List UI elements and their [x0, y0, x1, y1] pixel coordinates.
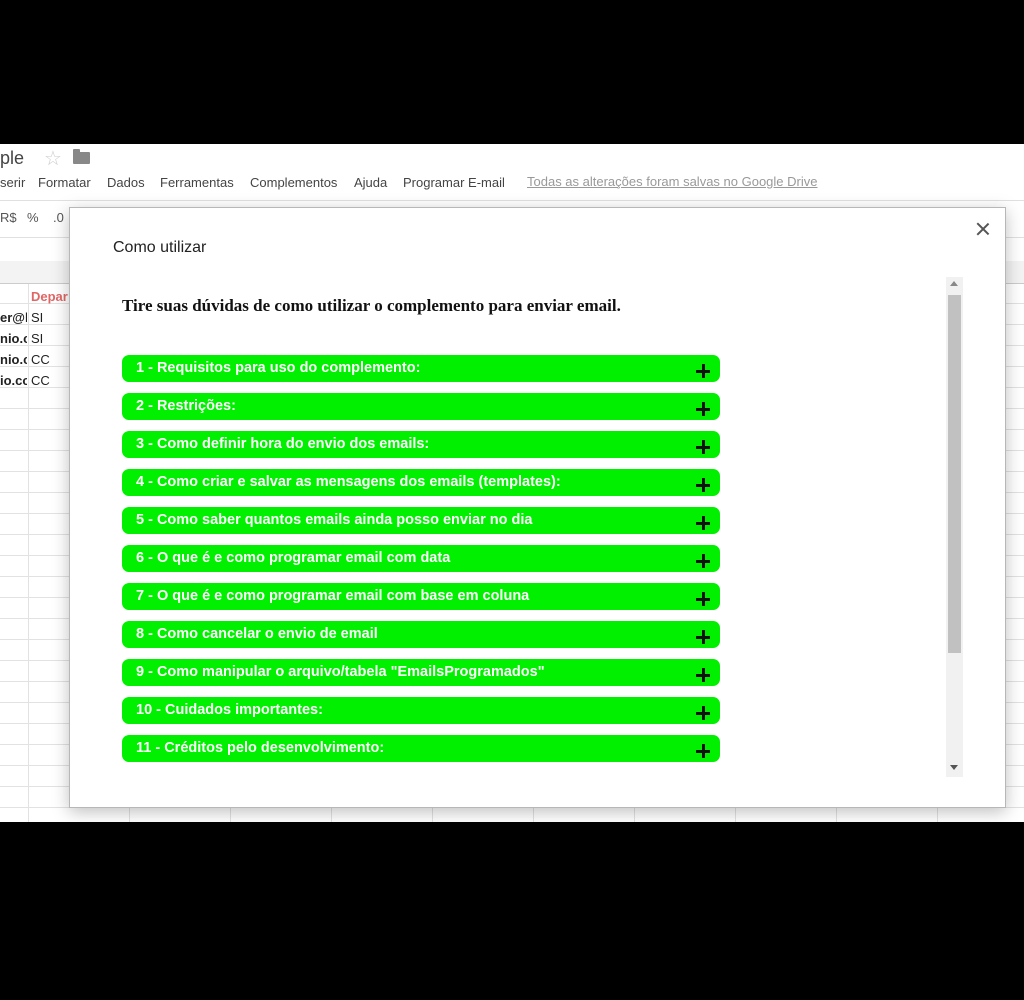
- accordion-item-manipular-tabela[interactable]: 9 - Como manipular o arquivo/tabela "Ema…: [122, 659, 720, 686]
- plus-icon[interactable]: [696, 744, 710, 758]
- plus-icon[interactable]: [696, 668, 710, 682]
- accordion-item-label: 1 - Requisitos para uso do complemento:: [136, 360, 421, 376]
- scroll-up-arrow-icon[interactable]: [950, 281, 958, 286]
- plus-icon[interactable]: [696, 706, 710, 720]
- menu-formatar[interactable]: Formatar: [38, 175, 91, 190]
- dialog-heading: Tire suas dúvidas de como utilizar o com…: [122, 296, 621, 315]
- accordion-item-label: 11 - Créditos pelo desenvolvimento:: [136, 740, 385, 756]
- table-cell[interactable]: SI: [31, 310, 61, 325]
- menu-inserir[interactable]: serir: [0, 175, 25, 190]
- plus-icon[interactable]: [696, 630, 710, 644]
- table-cell[interactable]: CC: [31, 352, 61, 367]
- table-cell[interactable]: SI: [31, 331, 61, 346]
- accordion-item-programar-data[interactable]: 6 - O que é e como programar email com d…: [122, 545, 720, 572]
- plus-icon[interactable]: [696, 554, 710, 568]
- table-cell[interactable]: nio.c: [0, 352, 27, 367]
- como-utilizar-dialog: Como utilizar Tire suas dúvidas de como …: [69, 207, 1006, 808]
- menu-ferramentas[interactable]: Ferramentas: [160, 175, 234, 190]
- accordion-item-label: 4 - Como criar e salvar as mensagens dos…: [136, 474, 561, 490]
- accordion-item-label: 5 - Como saber quantos emails ainda poss…: [136, 512, 533, 528]
- dialog-content: Tire suas dúvidas de como utilizar o com…: [70, 278, 945, 778]
- plus-icon[interactable]: [696, 478, 710, 492]
- save-status-link[interactable]: Todas as alterações foram salvas no Goog…: [527, 174, 817, 189]
- menu-ajuda[interactable]: Ajuda: [354, 175, 387, 190]
- accordion-item-cuidados[interactable]: 10 - Cuidados importantes:: [122, 697, 720, 724]
- accordion-item-label: 7 - O que é e como programar email com b…: [136, 588, 530, 604]
- accordion-item-restricoes[interactable]: 2 - Restrições:: [122, 393, 720, 420]
- accordion-item-label: 10 - Cuidados importantes:: [136, 702, 323, 718]
- accordion-item-label: 3 - Como definir hora do envio dos email…: [136, 436, 430, 452]
- table-cell[interactable]: nio.c: [0, 331, 27, 346]
- scrollbar-thumb[interactable]: [948, 295, 961, 653]
- plus-icon[interactable]: [696, 592, 710, 606]
- accordion-item-cancelar[interactable]: 8 - Como cancelar o envio de email: [122, 621, 720, 648]
- percent-format-button[interactable]: %: [27, 210, 39, 225]
- menu-dados[interactable]: Dados: [107, 175, 145, 190]
- close-icon[interactable]: [976, 222, 990, 236]
- table-cell[interactable]: CC: [31, 373, 61, 388]
- plus-icon[interactable]: [696, 516, 710, 530]
- accordion-item-label: 2 - Restrições:: [136, 398, 236, 414]
- currency-format-button[interactable]: R$: [0, 210, 17, 225]
- accordion-item-requisitos[interactable]: 1 - Requisitos para uso do complemento:: [122, 355, 720, 382]
- scroll-down-arrow-icon[interactable]: [950, 765, 958, 770]
- accordion-item-hora-envio[interactable]: 3 - Como definir hora do envio dos email…: [122, 431, 720, 458]
- accordion-item-templates[interactable]: 4 - Como criar e salvar as mensagens dos…: [122, 469, 720, 496]
- accordion-item-creditos[interactable]: 11 - Créditos pelo desenvolvimento:: [122, 735, 720, 762]
- accordion-item-label: 6 - O que é e como programar email com d…: [136, 550, 451, 566]
- dialog-title: Como utilizar: [113, 239, 207, 256]
- accordion-item-label: 9 - Como manipular o arquivo/tabela "Ema…: [136, 664, 545, 680]
- header-cell[interactable]: Depar: [31, 289, 71, 304]
- table-cell[interactable]: io.co: [0, 373, 27, 388]
- menu-programar-email[interactable]: Programar E-mail: [403, 175, 505, 190]
- accordion-item-quota[interactable]: 5 - Como saber quantos emails ainda poss…: [122, 507, 720, 534]
- menu-complementos[interactable]: Complementos: [250, 175, 337, 190]
- plus-icon[interactable]: [696, 364, 710, 378]
- table-cell[interactable]: er@h: [0, 310, 27, 325]
- folder-icon[interactable]: [73, 149, 90, 164]
- document-title[interactable]: ple: [0, 148, 24, 169]
- accordion-item-label: 8 - Como cancelar o envio de email: [136, 626, 378, 642]
- plus-icon[interactable]: [696, 402, 710, 416]
- star-icon[interactable]: ☆: [44, 146, 62, 171]
- vertical-scrollbar[interactable]: [946, 277, 963, 777]
- plus-icon[interactable]: [696, 440, 710, 454]
- decimal-format-button[interactable]: .0: [53, 210, 64, 225]
- accordion-item-programar-coluna[interactable]: 7 - O que é e como programar email com b…: [122, 583, 720, 610]
